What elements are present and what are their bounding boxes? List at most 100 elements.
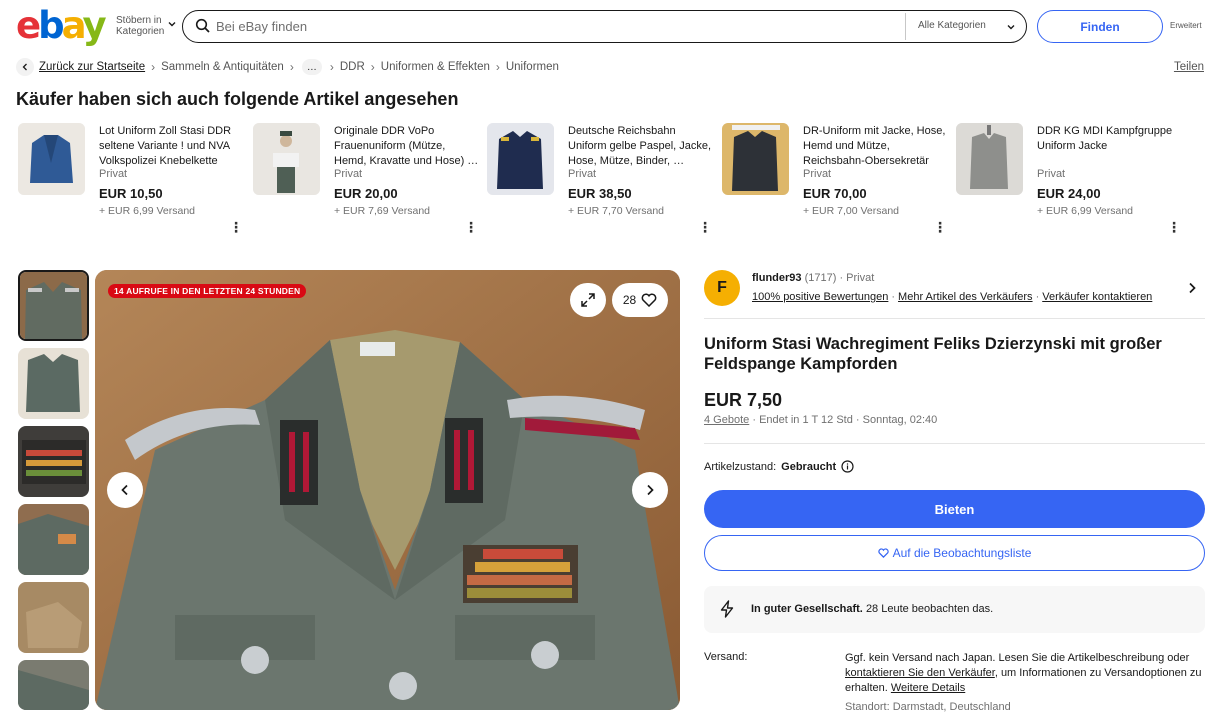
gallery-thumbnail[interactable] (18, 582, 89, 653)
item-location: Standort: Darmstadt, Deutschland (845, 701, 1011, 713)
product-thumbnail[interactable] (722, 123, 789, 195)
gallery-thumbnail[interactable] (18, 426, 89, 497)
seller-type: Privat (334, 168, 363, 180)
heart-icon (641, 293, 657, 307)
bid-button[interactable]: Bieten (704, 490, 1205, 528)
product-thumbnail[interactable] (18, 123, 85, 195)
seller-links: 100% positive Bewertungen · Mehr Artikel d… (752, 291, 1152, 303)
product-title[interactable]: Deutsche Reichsbahn Uniform gelbe Paspel… (568, 124, 714, 169)
product-price: EUR 20,00 (334, 186, 398, 201)
watch-count-button[interactable]: 28 (612, 283, 668, 317)
breadcrumb-separator: › (329, 60, 334, 74)
seller-score: (1717) (804, 272, 837, 284)
search-input[interactable] (216, 15, 896, 37)
breadcrumb-separator: › (495, 60, 500, 74)
bids-link[interactable]: 4 Gebote (704, 414, 749, 426)
separator-dot: · (752, 414, 756, 426)
seller-more-items-link[interactable]: Mehr Artikel des Verkäufers (898, 291, 1033, 303)
category-select[interactable]: Alle Kategorien (918, 20, 986, 31)
more-options-icon[interactable]: ⋮ (229, 220, 243, 234)
lightning-icon (720, 600, 734, 618)
divider (704, 443, 1205, 444)
gallery-thumbnail[interactable] (18, 348, 89, 419)
seller-feedback-link[interactable]: 100% positive Bewertungen (752, 291, 888, 303)
ends-in: Endet in 1 T 12 Std (759, 414, 853, 426)
breadcrumb-more-button[interactable]: … (301, 59, 322, 75)
social-proof-bold: In guter Gesellschaft. (751, 603, 863, 615)
find-button[interactable]: Finden (1037, 10, 1163, 43)
advanced-search-link[interactable]: Erweitert (1170, 21, 1202, 30)
contact-seller-link[interactable]: kontaktieren Sie den Verkäufer (845, 667, 995, 679)
seller-type: Privat (99, 168, 128, 180)
watch-count: 28 (622, 293, 637, 307)
breadcrumb-separator: › (151, 60, 156, 74)
product-price: EUR 10,50 (99, 186, 163, 201)
share-link[interactable]: Teilen (1174, 61, 1204, 73)
product-price: EUR 24,00 (1037, 186, 1101, 201)
shipping-cost: + EUR 7,70 Versand (568, 205, 665, 217)
shipping-info: Ggf. kein Versand nach Japan. Lesen Sie … (845, 652, 1202, 694)
seller-type: Privat (1037, 168, 1066, 180)
breadcrumb-separator: › (289, 60, 294, 74)
browse-categories-button[interactable]: Stöbern in Kategorien (116, 15, 164, 37)
watchlist-label: Auf die Beobachtungsliste (892, 546, 1032, 560)
breadcrumb-separator: › (370, 60, 375, 74)
gallery-thumbnail[interactable] (18, 660, 89, 710)
info-icon[interactable] (841, 460, 854, 473)
product-title[interactable]: DDR KG MDI Kampfgruppe Uniform Jacke (1037, 124, 1183, 154)
previous-image-button[interactable] (107, 472, 143, 508)
more-options-icon[interactable]: ⋮ (1167, 220, 1181, 234)
ebay-logo[interactable]: ebay (16, 6, 107, 46)
shipping-cost: + EUR 7,00 Versand (803, 205, 900, 217)
avatar[interactable]: F (704, 270, 740, 306)
separator-dot: · (839, 272, 844, 284)
recommendation-card[interactable]: DDR KG MDI Kampfgruppe Uniform Jacke Pri… (956, 121, 1184, 241)
condition-value: Gebraucht (781, 460, 837, 473)
views-badge: 14 AUFRUFE IN DEN LETZTEN 24 STUNDEN (108, 284, 307, 298)
separator-dot: · (855, 414, 860, 426)
expand-image-button[interactable] (570, 283, 606, 317)
expand-icon (581, 293, 595, 307)
item-title: Uniform Stasi Wachregiment Feliks Dzierz… (704, 335, 1162, 373)
recommendation-card[interactable]: Originale DDR VoPo Frauenuniform (Mütze,… (253, 121, 481, 241)
seller-name[interactable]: flunder93 (752, 272, 802, 284)
recommendation-card[interactable]: Deutsche Reichsbahn Uniform gelbe Paspel… (487, 121, 715, 241)
heart-icon (877, 548, 889, 558)
gallery-thumbnail[interactable] (18, 504, 89, 575)
item-condition: Artikelzustand: Gebraucht (704, 460, 854, 473)
recommendation-card[interactable]: Lot Uniform Zoll Stasi DDR seltene Varia… (18, 121, 246, 241)
add-to-watchlist-button[interactable]: Auf die Beobachtungsliste (704, 535, 1205, 571)
shipping-cost: + EUR 6,99 Versand (99, 205, 196, 217)
more-options-icon[interactable]: ⋮ (698, 220, 712, 234)
product-title[interactable]: DR-Uniform mit Jacke, Hose, Hemd und Müt… (803, 124, 949, 169)
breadcrumb-item[interactable]: DDR (340, 61, 365, 73)
next-image-button[interactable] (632, 472, 668, 508)
breadcrumb-item[interactable]: Uniformen (506, 61, 559, 73)
back-to-home-link[interactable]: Zurück zur Startseite (39, 61, 145, 73)
product-thumbnail[interactable] (487, 123, 554, 195)
more-details-link[interactable]: Weitere Details (891, 682, 965, 694)
recommendations-title: Käufer haben sich auch folgende Artikel … (16, 89, 459, 109)
more-options-icon[interactable]: ⋮ (464, 220, 478, 234)
product-title[interactable]: Lot Uniform Zoll Stasi DDR seltene Varia… (99, 124, 245, 169)
seller-info: flunder93 (1717) · Privat (752, 272, 874, 284)
product-thumbnail[interactable] (956, 123, 1023, 195)
contact-seller-link[interactable]: Verkäufer kontaktieren (1042, 291, 1152, 303)
item-price: EUR 7,50 (704, 390, 783, 410)
product-title[interactable]: Originale DDR VoPo Frauenuniform (Mütze,… (334, 124, 480, 169)
gallery-thumbnail[interactable] (18, 270, 89, 341)
recommendation-card[interactable]: DR-Uniform mit Jacke, Hose, Hemd und Müt… (722, 121, 950, 241)
header: ebay Stöbern in Kategorien Alle Kategori… (0, 0, 1220, 52)
shipping-cost: + EUR 7,69 Versand (334, 205, 431, 217)
chevron-left-icon[interactable] (16, 58, 34, 76)
product-thumbnail[interactable] (253, 123, 320, 195)
separator-dot: · (891, 291, 896, 303)
main-product-image[interactable] (95, 270, 680, 710)
breadcrumb: Zurück zur Startseite › Sammeln & Antiqu… (16, 58, 1206, 76)
breadcrumb-item[interactable]: Uniformen & Effekten (381, 61, 490, 73)
chevron-right-icon[interactable] (1186, 282, 1198, 294)
breadcrumb-item[interactable]: Sammeln & Antiquitäten (161, 61, 284, 73)
more-options-icon[interactable]: ⋮ (933, 220, 947, 234)
social-proof-text: In guter Gesellschaft. 28 Leute beobacht… (751, 603, 993, 615)
search-bar: Alle Kategorien (182, 10, 1027, 43)
